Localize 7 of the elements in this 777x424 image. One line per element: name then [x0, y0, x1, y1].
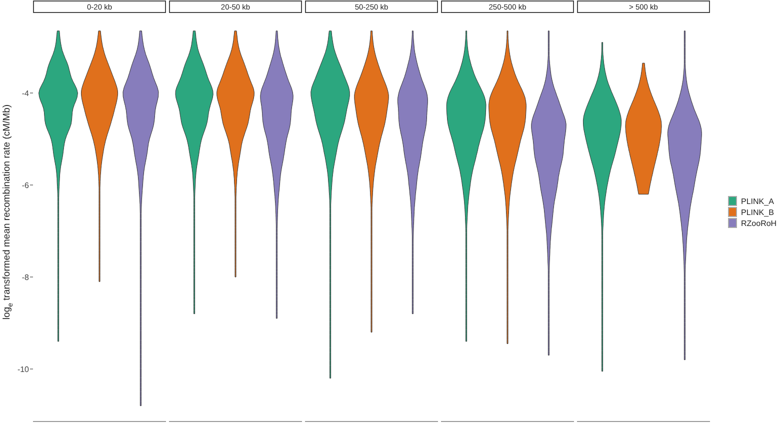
- y-tick-label: -10: [17, 365, 29, 374]
- y-tick-label: -6: [22, 181, 29, 190]
- legend-label: PLINK_B: [741, 208, 774, 216]
- legend-label: PLINK_A: [741, 196, 774, 206]
- y-tick-label: -4: [22, 89, 29, 98]
- legend-label: RZooRoH: [741, 218, 777, 228]
- y-tick-label: -8: [22, 273, 29, 282]
